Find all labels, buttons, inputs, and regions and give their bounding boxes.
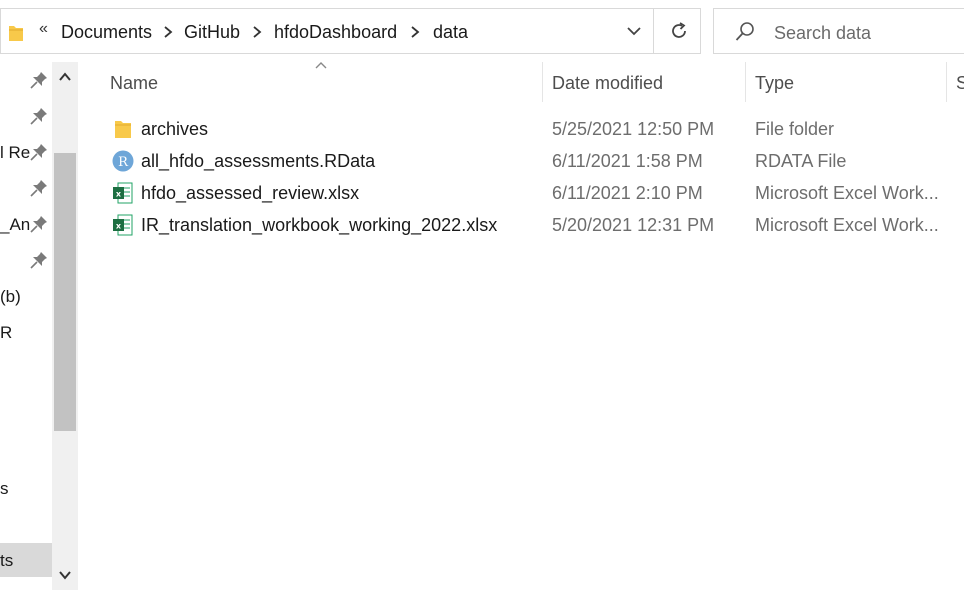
pin-icon[interactable] [30, 107, 48, 125]
chevron-down-icon [627, 27, 641, 36]
scrollbar-thumb[interactable] [54, 153, 76, 431]
column-divider[interactable] [542, 62, 543, 102]
column-header-name[interactable]: Name [110, 73, 158, 94]
divider [653, 9, 654, 53]
pin-icon[interactable] [30, 179, 48, 197]
breadcrumb-hfdodashboard[interactable]: hfdoDashboard [274, 22, 397, 43]
pin-icon[interactable] [30, 251, 48, 269]
sort-ascending-icon [315, 62, 327, 69]
folder-icon [9, 26, 23, 41]
file-date-modified: 5/20/2021 12:31 PM [552, 215, 715, 235]
svg-text:R: R [118, 155, 129, 170]
breadcrumb-data[interactable]: data [433, 22, 468, 43]
svg-text:x: x [116, 222, 122, 231]
pin-icon[interactable] [30, 71, 48, 89]
file-name: hfdo_assessed_review.xlsx [141, 183, 360, 203]
chevron-right-icon[interactable] [163, 25, 173, 39]
file-type: RDATA File [755, 151, 847, 171]
nav-item-label[interactable]: s [0, 479, 9, 499]
chevron-down-icon [59, 571, 71, 580]
refresh-button[interactable] [657, 9, 701, 53]
file-date-modified: 6/11/2021 2:10 PM [552, 183, 703, 203]
column-header-size[interactable]: S [956, 73, 964, 94]
overflow-chevron-icon[interactable]: « [39, 20, 48, 38]
file-type: Microsoft Excel Work... [755, 215, 939, 235]
breadcrumb-github[interactable]: GitHub [184, 22, 240, 43]
scroll-up-button[interactable] [52, 64, 78, 90]
search-icon [735, 22, 754, 41]
refresh-icon [672, 22, 686, 38]
pin-icon[interactable] [30, 215, 48, 233]
r-file-icon: R [112, 150, 134, 172]
nav-item-label[interactable]: l Re [0, 143, 30, 163]
column-divider[interactable] [745, 62, 746, 102]
file-row[interactable]: x IR_translation_workbook_working_2022.x… [100, 209, 964, 241]
nav-item-selected[interactable]: ts [0, 543, 52, 577]
file-date-modified: 6/11/2021 1:58 PM [552, 151, 703, 171]
file-row[interactable]: R all_hfdo_assessments.RData 6/11/2021 1… [100, 145, 964, 177]
file-date-modified: 5/25/2021 12:50 PM [552, 119, 715, 139]
pin-icon[interactable] [30, 143, 48, 161]
breadcrumb-documents[interactable]: Documents [61, 22, 152, 43]
search-box[interactable]: Search data [713, 8, 964, 54]
scroll-down-button[interactable] [52, 562, 78, 588]
file-name: IR_translation_workbook_working_2022.xls… [141, 215, 498, 235]
excel-file-icon: x [113, 182, 133, 204]
file-row[interactable]: archives 5/25/2021 12:50 PM File folder [100, 113, 964, 145]
file-row[interactable]: x hfdo_assessed_review.xlsx 6/11/2021 2:… [100, 177, 964, 209]
address-history-dropdown[interactable] [615, 9, 653, 53]
nav-item-label[interactable]: (b) [0, 287, 21, 307]
search-input[interactable]: Search data [774, 23, 871, 44]
nav-item-label[interactable]: _An [0, 215, 30, 235]
folder-icon [115, 121, 131, 138]
nav-item-label: ts [0, 551, 14, 570]
file-name: archives [141, 119, 209, 139]
address-bar[interactable]: « Documents GitHub hfdoDashboard data [0, 8, 701, 54]
chevron-right-icon[interactable] [410, 25, 420, 39]
column-header-date-modified[interactable]: Date modified [552, 73, 663, 94]
excel-file-icon: x [113, 214, 133, 236]
chevron-right-icon[interactable] [252, 25, 262, 39]
column-divider[interactable] [946, 62, 947, 102]
svg-text:x: x [116, 190, 122, 199]
file-type: File folder [755, 119, 835, 139]
file-name: all_hfdo_assessments.RData [141, 151, 376, 171]
chevron-up-icon [59, 72, 71, 81]
nav-item-label[interactable]: R [0, 323, 12, 343]
column-header-type[interactable]: Type [755, 73, 794, 94]
file-type: Microsoft Excel Work... [755, 183, 939, 203]
